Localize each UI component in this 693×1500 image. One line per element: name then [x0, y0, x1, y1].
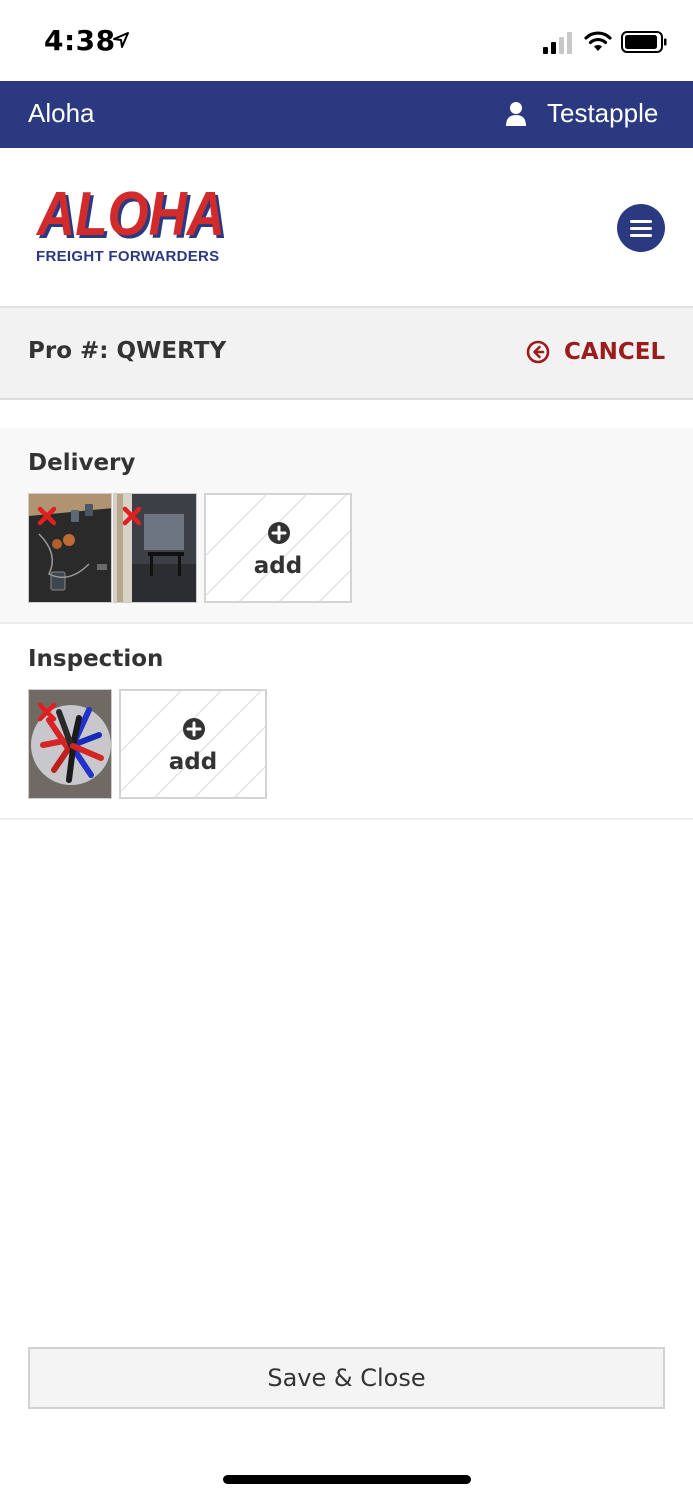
- cancel-button[interactable]: CANCEL: [526, 336, 665, 368]
- location-arrow-icon: [113, 32, 129, 48]
- photo-thumbnail[interactable]: [28, 493, 112, 603]
- save-and-close-button[interactable]: Save & Close: [28, 1347, 665, 1409]
- plus-circle-icon: [268, 522, 290, 544]
- delivery-section: Delivery add: [0, 428, 693, 624]
- logo-header: ALOHA ALOHA FREIGHT FORWARDERS: [0, 148, 693, 308]
- section-title: Delivery: [28, 450, 136, 476]
- battery-icon: [621, 31, 667, 53]
- pro-number-bar: Pro #: QWERTY CANCEL: [0, 308, 693, 400]
- menu-bar-icon: [630, 234, 652, 237]
- menu-bar-icon: [630, 220, 652, 223]
- plus-circle-icon: [183, 718, 205, 740]
- photo-thumbnail[interactable]: [28, 689, 112, 799]
- top-nav-bar: Aloha Testapple: [0, 81, 693, 148]
- wifi-icon: [584, 31, 612, 51]
- remove-photo-icon[interactable]: [122, 506, 142, 526]
- section-title: Inspection: [28, 646, 164, 672]
- add-photo-button[interactable]: add: [204, 493, 352, 603]
- logo-subtitle: FREIGHT FORWARDERS: [36, 248, 220, 265]
- photo-thumbnail[interactable]: [113, 493, 197, 603]
- svg-text:ALOHA: ALOHA: [35, 180, 225, 248]
- menu-bar-icon: [630, 227, 652, 230]
- hatch-pattern: [206, 495, 350, 601]
- user-icon: [506, 102, 526, 126]
- add-photo-button[interactable]: add: [119, 689, 267, 799]
- add-label: add: [168, 749, 218, 775]
- remove-photo-icon[interactable]: [37, 506, 57, 526]
- inspection-section: Inspection add: [0, 624, 693, 820]
- brand-link[interactable]: Aloha: [28, 98, 95, 129]
- hamburger-menu-button[interactable]: [617, 204, 665, 252]
- pro-number-label: Pro #: QWERTY: [28, 338, 227, 364]
- aloha-logo[interactable]: ALOHA ALOHA: [32, 178, 232, 248]
- remove-photo-icon[interactable]: [37, 702, 57, 722]
- hatch-pattern: [121, 691, 265, 797]
- cellular-signal-icon: [543, 32, 572, 54]
- status-bar: 4:38: [0, 0, 693, 81]
- cancel-label: CANCEL: [564, 339, 666, 365]
- home-indicator[interactable]: [223, 1475, 471, 1484]
- user-name-link[interactable]: Testapple: [547, 98, 658, 129]
- add-label: add: [253, 553, 303, 579]
- circle-arrow-left-icon: [526, 340, 550, 364]
- status-time: 4:38: [44, 24, 116, 57]
